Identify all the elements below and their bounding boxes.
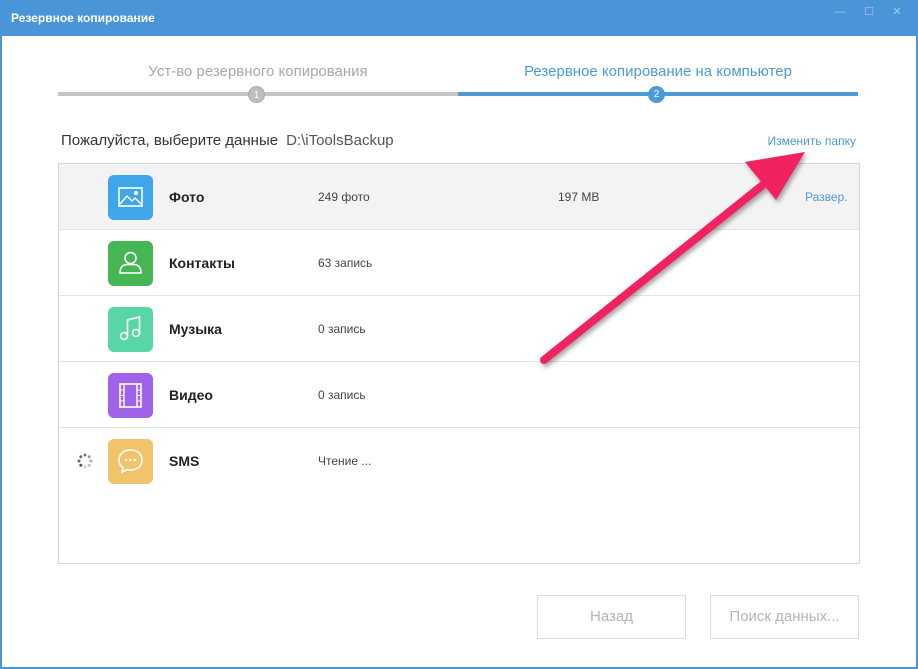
list-item-music[interactable]: Музыка 0 запись bbox=[59, 296, 859, 362]
sms-icon bbox=[108, 439, 153, 484]
back-button[interactable]: Назад bbox=[537, 595, 686, 639]
search-data-button[interactable]: Поиск данных... bbox=[710, 595, 859, 639]
select-data-row: Пожалуйста, выберите данные D:\iToolsBack… bbox=[61, 132, 394, 149]
maximize-icon[interactable]: ☐ bbox=[862, 6, 876, 18]
select-data-prompt: Пожалуйста, выберите данные bbox=[61, 132, 279, 149]
contact-icon bbox=[108, 241, 153, 286]
data-list: Фото 249 фото 197 MB Развер. Контакты 63… bbox=[58, 163, 860, 564]
list-item-video[interactable]: Видео 0 запись bbox=[59, 362, 859, 428]
backup-path: D:\iToolsBackup bbox=[286, 132, 394, 149]
window-title: Резервное копирование bbox=[11, 11, 155, 25]
item-name: Фото bbox=[169, 189, 205, 205]
item-count: 249 фото bbox=[318, 190, 370, 204]
item-size: 197 MB bbox=[558, 190, 600, 204]
step-2-marker: 2 bbox=[648, 86, 665, 103]
close-icon[interactable]: ✕ bbox=[890, 6, 904, 18]
list-item-contacts[interactable]: Контакты 63 запись bbox=[59, 230, 859, 296]
item-name: Видео bbox=[169, 387, 213, 403]
step-1-marker: 1 bbox=[248, 86, 265, 103]
step-1-label: Уст-во резервного копирования bbox=[148, 63, 368, 80]
title-bar: Резервное копирование — ☐ ✕ bbox=[0, 0, 918, 36]
loading-spinner-icon bbox=[77, 453, 93, 469]
item-status: Чтение ... bbox=[318, 454, 372, 468]
item-name: Контакты bbox=[169, 255, 236, 271]
item-count: 0 запись bbox=[318, 388, 366, 402]
item-name: Музыка bbox=[169, 321, 222, 337]
expand-link[interactable]: Развер. bbox=[805, 190, 848, 204]
item-name: SMS bbox=[169, 453, 200, 469]
video-icon bbox=[108, 373, 153, 418]
change-folder-link[interactable]: Изменить папку bbox=[742, 134, 856, 148]
minimize-icon[interactable]: — bbox=[833, 6, 847, 18]
step-2-label: Резервное копирование на компьютер bbox=[524, 63, 792, 80]
music-icon bbox=[108, 307, 153, 352]
item-count: 0 запись bbox=[318, 322, 366, 336]
list-item-photo[interactable]: Фото 249 фото 197 MB Развер. bbox=[59, 164, 859, 230]
list-item-sms[interactable]: SMS Чтение ... bbox=[59, 428, 859, 494]
item-count: 63 запись bbox=[318, 256, 373, 270]
content-area: Уст-во резервного копирования Резервное … bbox=[2, 36, 916, 667]
photo-icon bbox=[108, 175, 153, 220]
backup-window: Резервное копирование — ☐ ✕ Уст-во резер… bbox=[0, 0, 918, 669]
